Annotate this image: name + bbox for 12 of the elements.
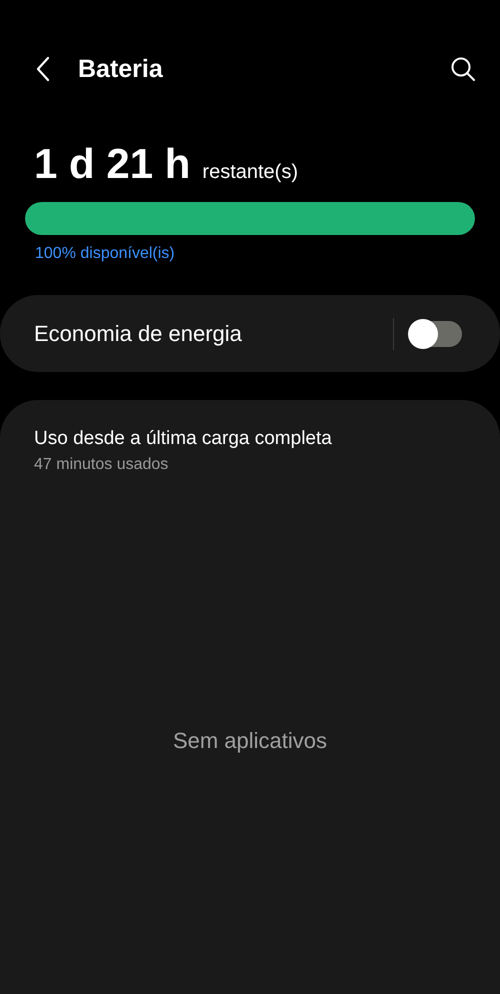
power-saving-toggle[interactable] (410, 320, 462, 346)
remaining-time: 1 d 21 h (34, 140, 190, 188)
search-icon[interactable] (450, 56, 476, 82)
page-title: Bateria (78, 54, 163, 84)
power-saving-label: Economia de energia (34, 320, 243, 346)
usage-subtitle: 47 minutos usados (34, 456, 170, 474)
back-icon[interactable] (36, 56, 50, 82)
power-saving-row[interactable]: Economia de energia (0, 295, 500, 372)
usage-title: Uso desde a última carga completa (34, 428, 333, 450)
empty-message: Sem aplicativos (172, 728, 328, 754)
available-text: 100% disponível(is) (34, 245, 176, 263)
remaining-label: restante(s) (202, 161, 298, 184)
